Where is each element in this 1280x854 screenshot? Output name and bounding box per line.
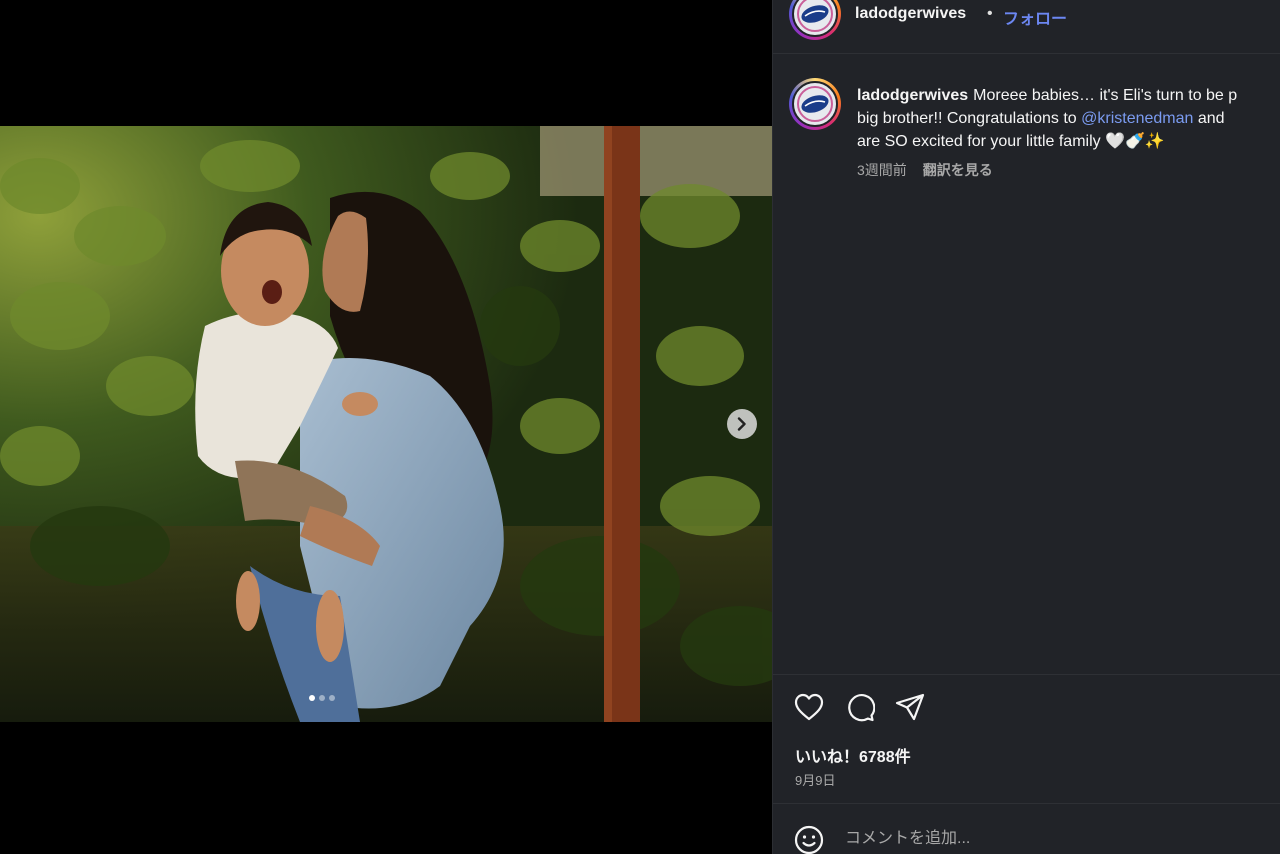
caption-avatar[interactable]: [789, 78, 841, 130]
translate-button[interactable]: 翻訳を見る: [923, 160, 993, 180]
comment-input[interactable]: [845, 826, 1245, 852]
heart-icon: [794, 693, 824, 721]
header-separator: •: [987, 5, 993, 22]
like-button[interactable]: [792, 690, 826, 724]
likes-count[interactable]: いいね！6788件: [795, 743, 911, 767]
comment-button[interactable]: [843, 690, 877, 724]
avatar[interactable]: [789, 0, 841, 40]
caption-text: Moreee babies… it's Eli's turn to be p: [973, 87, 1238, 104]
post-header: ladodgerwives • フォロー: [773, 0, 1280, 54]
carousel-dot: [319, 695, 325, 701]
comment-icon: [848, 694, 875, 722]
post-side-panel: ladodgerwives • フォロー ladodgerwives Moreee…: [772, 0, 1280, 854]
post-caption: ladodgerwives Moreee babies… it's Eli's t…: [857, 84, 1280, 153]
carousel-dot-active: [309, 695, 315, 701]
mention-link[interactable]: @kristenedman: [1081, 110, 1193, 127]
share-button[interactable]: [893, 690, 927, 724]
follow-button[interactable]: フォロー: [1003, 5, 1067, 29]
post-media: [0, 0, 772, 854]
dodgers-logo-icon: [797, 86, 833, 122]
share-icon: [895, 693, 925, 721]
carousel-next-button[interactable]: [727, 409, 757, 439]
post-actions-area: いいね！6788件 9月9日: [773, 674, 1280, 854]
caption-line-2: big brother!! Congratulations to @kriste…: [857, 107, 1280, 130]
carousel-indicator: [309, 695, 335, 701]
carousel-dot: [329, 695, 335, 701]
caption-text: and: [1193, 110, 1225, 127]
caption-username[interactable]: ladodgerwives: [857, 87, 968, 104]
caption-text: big brother!! Congratulations to: [857, 110, 1082, 127]
emoji-button[interactable]: [793, 824, 825, 854]
comment-composer: [773, 803, 1280, 854]
caption-line-3: are SO excited for your little family 🤍🍼…: [857, 130, 1280, 153]
post-photo: [0, 126, 772, 722]
post-date[interactable]: 9月9日: [795, 770, 835, 789]
header-username[interactable]: ladodgerwives: [855, 5, 966, 23]
caption-line-1: ladodgerwives Moreee babies… it's Eli's t…: [857, 84, 1280, 107]
dodgers-logo-icon: [797, 0, 833, 32]
chevron-right-icon: [737, 417, 746, 431]
caption-meta: 3週間前 翻訳を見る: [857, 160, 993, 180]
caption-text: are SO excited for your little family 🤍🍼…: [857, 133, 1165, 150]
time-ago[interactable]: 3週間前: [857, 160, 907, 180]
emoji-icon: [794, 825, 824, 854]
